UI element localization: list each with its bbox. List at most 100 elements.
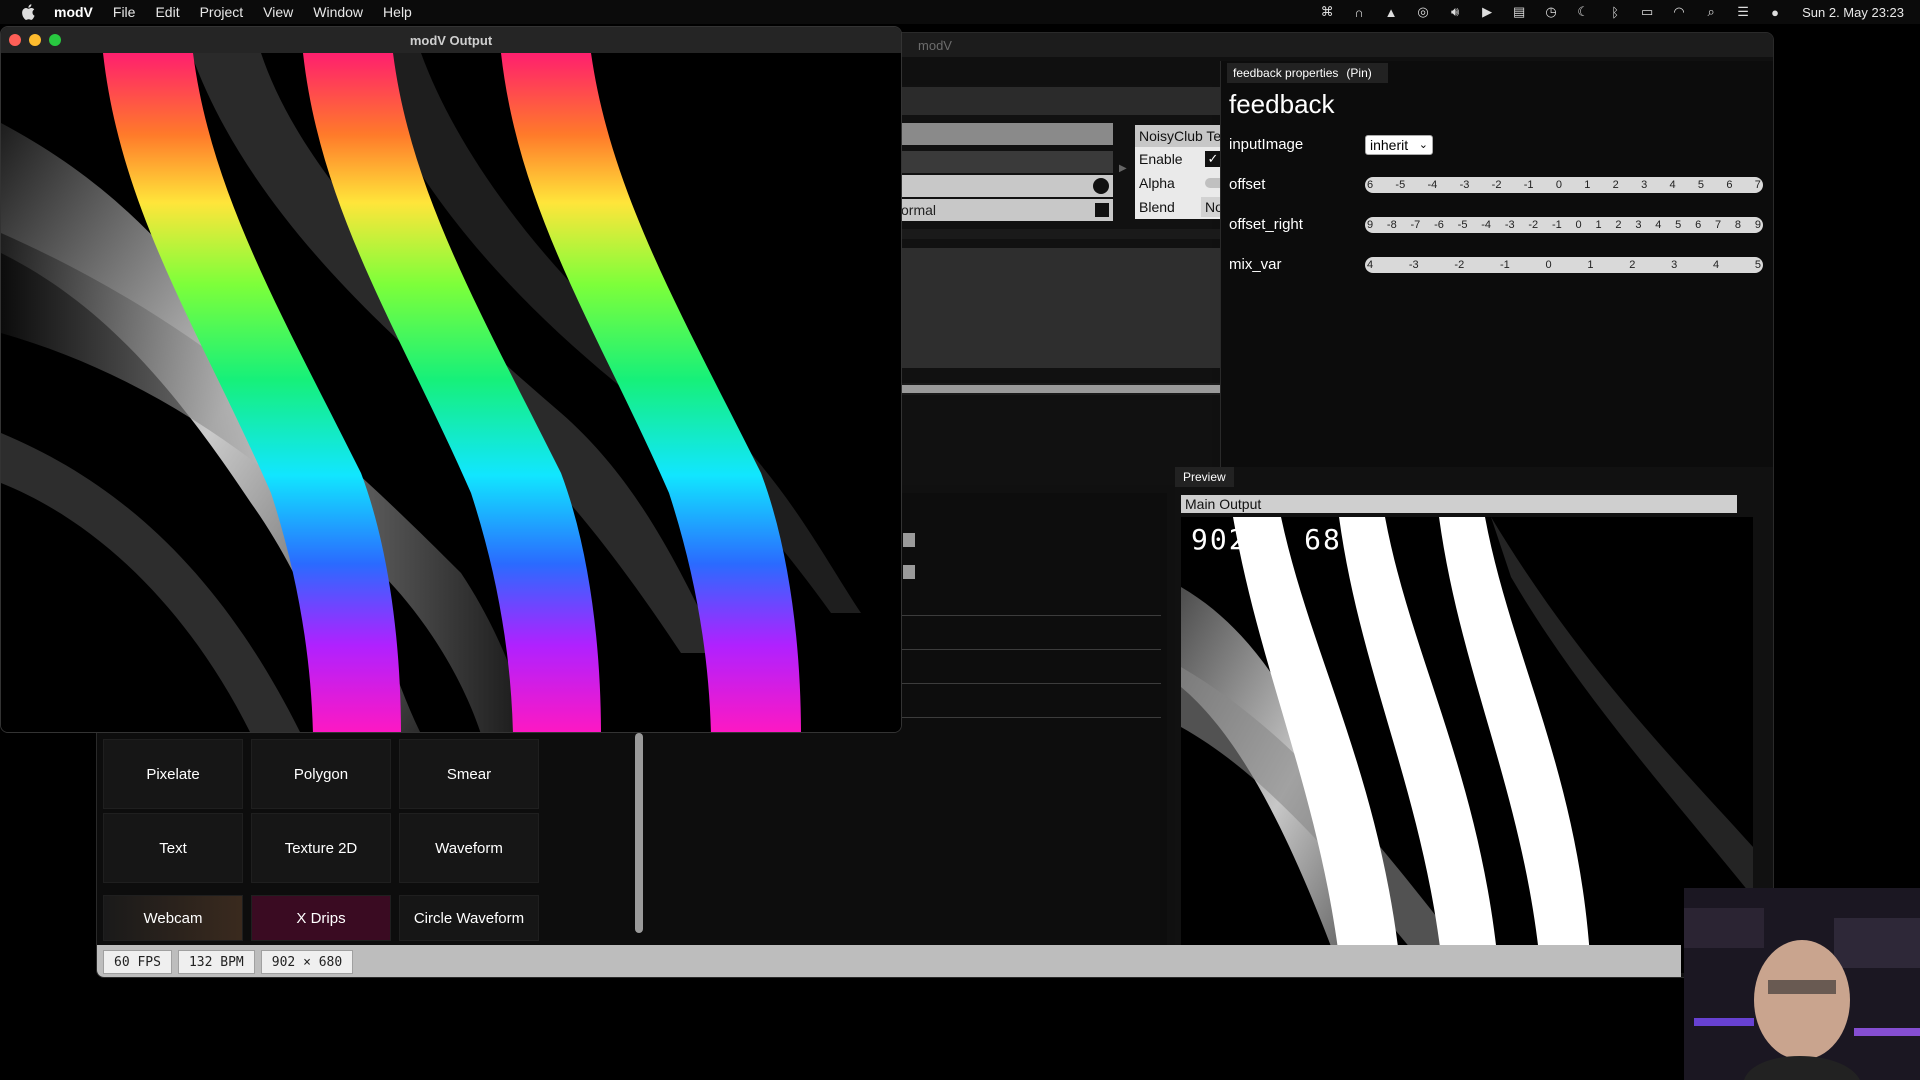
alpha-label: Alpha xyxy=(1139,175,1175,191)
gallery-tile-circle-waveform[interactable]: Circle Waveform xyxy=(399,895,539,941)
gallery-tile-text[interactable]: Text xyxy=(103,813,243,883)
gallery-tile-webcam[interactable]: Webcam xyxy=(103,895,243,941)
mix-var-label: mix_var xyxy=(1229,256,1282,273)
layer-row[interactable] xyxy=(897,151,1113,173)
search-icon[interactable]: ⌕ xyxy=(1702,4,1720,19)
panel-handle[interactable] xyxy=(903,565,915,579)
panel-handle[interactable] xyxy=(903,533,915,547)
scroll-thumb[interactable] xyxy=(635,733,643,933)
moon-icon[interactable]: ☾ xyxy=(1574,4,1592,19)
gallery-tile-label: X Drips xyxy=(296,909,346,927)
tick-label: -2 xyxy=(1491,179,1502,191)
mix-var-row: mix_var 4 -3 -2 -1 0 1 2 3 4 5 xyxy=(1229,251,1769,279)
output-window-title: modV Output xyxy=(409,32,493,48)
gallery-tile-polygon[interactable]: Polygon xyxy=(251,739,391,809)
menu-window[interactable]: Window xyxy=(313,4,363,20)
gallery-tile-waveform[interactable]: Waveform xyxy=(399,813,539,883)
tick-label: 4 xyxy=(1367,259,1374,271)
resolution-width: 902 xyxy=(1191,523,1248,556)
layer-alpha-slider[interactable] xyxy=(897,175,1113,197)
output-window-titlebar[interactable]: modV Output xyxy=(1,27,901,53)
tick-label: 0 xyxy=(1545,259,1552,271)
offset-label: offset xyxy=(1229,176,1266,193)
blend-dropdown-icon[interactable] xyxy=(1095,203,1109,217)
mix-var-ticks: 4 -3 -2 -1 0 1 2 3 4 5 xyxy=(1365,257,1763,273)
gallery-tile-texture-2d[interactable]: Texture 2D xyxy=(251,813,391,883)
mix-var-range-control[interactable]: 4 -3 -2 -1 0 1 2 3 4 5 xyxy=(1365,257,1763,273)
tick-label: -3 xyxy=(1459,179,1470,191)
headphones-icon[interactable]: ∩ xyxy=(1350,5,1368,20)
tick-label: 1 xyxy=(1587,259,1594,271)
gallery-tile-pixelate[interactable]: Pixelate xyxy=(103,739,243,809)
tick-label: -8 xyxy=(1386,219,1397,231)
keyboard-icon[interactable]: ▤ xyxy=(1510,4,1528,19)
layer-blend-select[interactable]: ormal xyxy=(897,199,1113,221)
siri-icon[interactable]: ● xyxy=(1766,5,1784,20)
preview-tab[interactable]: Preview xyxy=(1175,467,1234,487)
tick-label: 4 xyxy=(1712,259,1720,271)
input-image-row: inputImage inherit ⌄ xyxy=(1229,131,1769,159)
layer-name-row[interactable] xyxy=(897,123,1113,145)
gallery-tile-label: Webcam xyxy=(143,909,203,927)
bluetooth-icon[interactable]: ᛒ xyxy=(1606,5,1624,20)
tick-label: 5 xyxy=(1697,179,1705,191)
enable-checkbox[interactable]: ✓ xyxy=(1205,151,1221,167)
creative-cloud-icon[interactable]: ◎ xyxy=(1414,4,1432,19)
resolution-height: 680 xyxy=(1304,523,1361,556)
offset-range-control[interactable]: 6 -5 -4 -3 -2 -1 0 1 2 3 4 5 6 7 xyxy=(1365,177,1763,193)
gallery-scrollbar[interactable] xyxy=(633,733,645,971)
drive-icon[interactable]: ▲ xyxy=(1382,5,1400,20)
menu-project[interactable]: Project xyxy=(200,4,244,20)
tick-label: -1 xyxy=(1551,219,1562,231)
tick-label: 7 xyxy=(1715,219,1722,231)
layer-blend-value: ormal xyxy=(901,202,937,218)
tick-label: -6 xyxy=(1434,219,1444,231)
menu-bar: modV File Edit Project View Window Help … xyxy=(0,0,1920,24)
gallery-tile-label: Text xyxy=(159,839,187,857)
control-center-icon[interactable]: ☰ xyxy=(1734,4,1752,19)
pin-button[interactable]: (Pin) xyxy=(1346,66,1371,80)
main-window-title: modV xyxy=(918,37,952,53)
offset-right-range-control[interactable]: 9 -8 -7 -6 -5 -4 -3 -2 -1 0 1 2 3 4 5 6 7 8 9 xyxy=(1365,217,1763,233)
gallery-tile-smear[interactable]: Smear xyxy=(399,739,539,809)
menu-edit[interactable]: Edit xyxy=(155,4,179,20)
zoom-window-button[interactable] xyxy=(49,34,61,46)
minimize-window-button[interactable] xyxy=(29,34,41,46)
menu-view[interactable]: View xyxy=(263,4,293,20)
output-select[interactable]: Main Output xyxy=(1181,495,1737,513)
menu-clock[interactable]: Sun 2. May 23:23 xyxy=(1802,5,1904,20)
battery-icon[interactable]: ▭ xyxy=(1638,4,1656,19)
menu-help[interactable]: Help xyxy=(383,4,412,20)
tick-label: -5 xyxy=(1395,179,1406,191)
tick-label: -2 xyxy=(1454,259,1465,271)
collapse-arrow-icon[interactable]: ▶ xyxy=(1119,163,1127,174)
time-machine-icon[interactable]: ◷ xyxy=(1542,4,1560,19)
volume-icon[interactable]: 🔊︎ xyxy=(1446,4,1464,19)
apple-menu-icon[interactable] xyxy=(18,2,38,22)
properties-tab-label: feedback properties xyxy=(1233,66,1339,80)
menu-app-name[interactable]: modV xyxy=(54,4,93,20)
gallery-tile-label: Polygon xyxy=(293,765,349,783)
resolution-indicator: 902 × 680 xyxy=(260,950,354,974)
gallery-tile-x-drips[interactable]: X Drips xyxy=(251,895,391,941)
input-image-select[interactable]: inherit ⌄ xyxy=(1365,135,1433,155)
gallery-tile-label: Circle Waveform xyxy=(413,909,525,927)
play-icon[interactable]: ▶︎ xyxy=(1478,4,1496,19)
divider xyxy=(897,615,1161,616)
tick-label: 0 xyxy=(1575,219,1582,231)
slider-knob[interactable] xyxy=(1093,178,1109,194)
tick-label: -3 xyxy=(1504,219,1515,231)
app-launcher-icon[interactable]: ⌘ xyxy=(1318,4,1336,19)
close-window-button[interactable] xyxy=(9,34,21,46)
tick-label: 8 xyxy=(1734,219,1742,231)
webcam-image xyxy=(1684,888,1920,1080)
wifi-icon[interactable]: ◠ xyxy=(1670,4,1688,19)
bpm-indicator[interactable]: 132 BPM xyxy=(177,950,255,974)
properties-tab[interactable]: feedback properties (Pin) xyxy=(1227,63,1388,83)
tick-label: 3 xyxy=(1671,259,1678,271)
menu-file[interactable]: File xyxy=(113,4,136,20)
blend-label: Blend xyxy=(1139,199,1175,215)
output-canvas xyxy=(1,53,901,732)
output-visual xyxy=(1,53,901,732)
module-name-heading: feedback xyxy=(1229,89,1335,119)
